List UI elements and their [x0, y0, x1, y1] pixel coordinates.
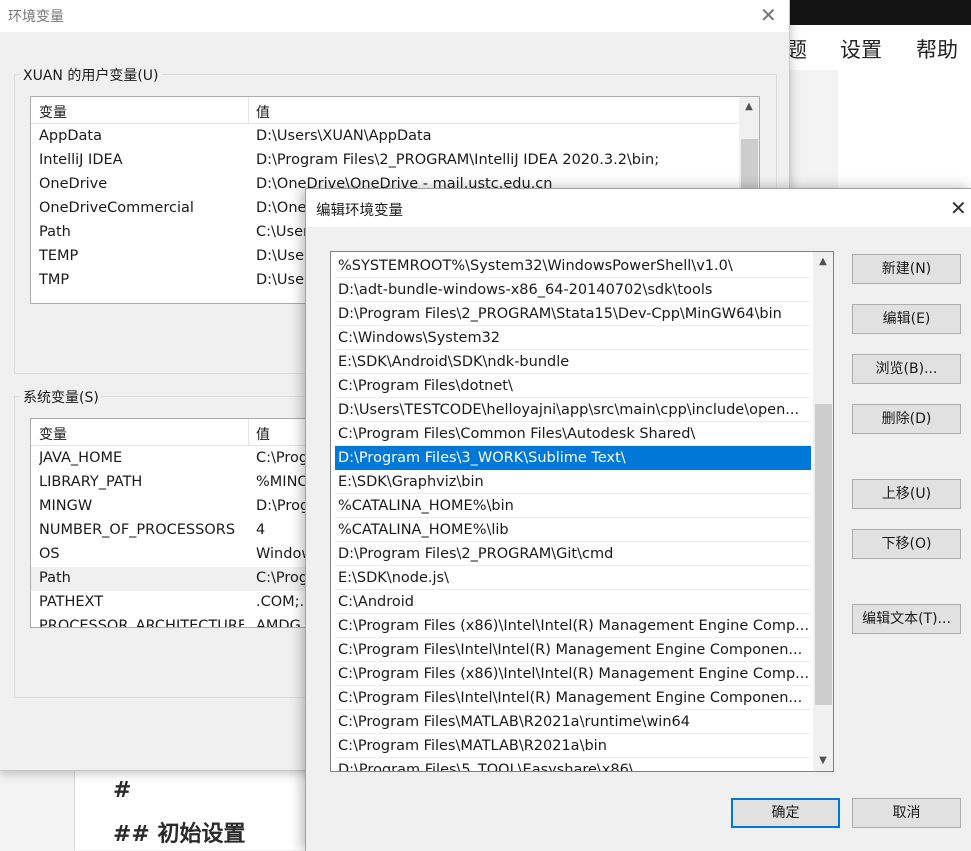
- edit-text-button[interactable]: 编辑文本(T)...: [852, 604, 961, 634]
- menu-item-settings[interactable]: 设置: [840, 34, 882, 64]
- move-down-button[interactable]: 下移(O): [852, 529, 961, 559]
- env-window-titlebar: 环境变量 ✕: [0, 0, 789, 32]
- list-item[interactable]: D:\Program Files\2_PROGRAM\Git\cmd: [335, 542, 811, 566]
- list-item[interactable]: %CATALINA_HOME%\bin: [335, 494, 811, 518]
- var-name: AppData: [39, 128, 102, 144]
- list-item[interactable]: C:\Program Files\Intel\Intel(R) Manageme…: [335, 638, 811, 662]
- list-item[interactable]: C:\Program Files (x86)\Intel\Intel(R) Ma…: [335, 614, 811, 638]
- var-name: TEMP: [39, 248, 79, 264]
- scroll-down-icon[interactable]: ▼: [813, 755, 833, 766]
- var-name: NUMBER_OF_PROCESSORS: [39, 522, 236, 538]
- ok-button[interactable]: 确定: [731, 798, 840, 828]
- var-name: MINGW: [39, 498, 93, 514]
- edit-button[interactable]: 编辑(E): [852, 304, 961, 334]
- var-name: PATHEXT: [39, 594, 104, 610]
- list-item[interactable]: D:\Users\TESTCODE\helloyajni\app\src\mai…: [335, 398, 811, 422]
- list-item[interactable]: C:\Program Files\dotnet\: [335, 374, 811, 398]
- edit-env-var-dialog: 编辑环境变量 ✕ %SYSTEMROOT%\System32\WindowsPo…: [305, 188, 971, 851]
- move-up-button[interactable]: 上移(U): [852, 479, 961, 509]
- table-row[interactable]: IntelliJ IDEA D:\Program Files\2_PROGRAM…: [31, 149, 759, 173]
- background-title-bar: [760, 0, 971, 25]
- header-variable[interactable]: 变量: [39, 102, 67, 122]
- edit-dialog-titlebar: 编辑环境变量 ✕: [306, 189, 971, 227]
- list-item[interactable]: C:\Program Files\MATLAB\R2021a\bin: [335, 734, 811, 758]
- doc-heading-hash: #: [113, 778, 132, 803]
- edit-dialog-close-icon[interactable]: ✕: [950, 198, 967, 218]
- scroll-up-icon[interactable]: ▲: [739, 101, 759, 112]
- table-row[interactable]: AppData D:\Users\XUAN\AppData: [31, 125, 759, 149]
- delete-button[interactable]: 删除(D): [852, 404, 961, 434]
- list-item[interactable]: C:\Program Files\MATLAB\R2021a\runtime\w…: [335, 710, 811, 734]
- var-name: Path: [39, 570, 71, 586]
- user-vars-header: 变量 值: [31, 97, 759, 124]
- list-item[interactable]: %CATALINA_HOME%\lib: [335, 518, 811, 542]
- doc-heading-initial-setup: ## 初始设置: [113, 822, 246, 847]
- var-name: JAVA_HOME: [39, 450, 123, 466]
- background-content-area: [838, 70, 971, 190]
- var-name: OneDriveCommercial: [39, 200, 194, 216]
- list-item[interactable]: D:\adt-bundle-windows-x86_64-20140702\sd…: [335, 278, 811, 302]
- list-item[interactable]: E:\SDK\Graphviz\bin: [335, 470, 811, 494]
- var-value: D:\Users\XUAN\AppData: [256, 128, 432, 144]
- var-name: IntelliJ IDEA: [39, 152, 123, 168]
- env-window-title: 环境变量: [8, 9, 64, 25]
- list-item[interactable]: D:\Program Files\5_TOOL\Easyshare\x86\: [335, 758, 811, 771]
- path-list-scrollbar[interactable]: ▲ ▼: [813, 252, 833, 771]
- var-name: OneDrive: [39, 176, 108, 192]
- header-value[interactable]: 值: [256, 424, 270, 444]
- env-window-close-icon[interactable]: ✕: [760, 5, 777, 25]
- var-name: TMP: [39, 272, 70, 288]
- list-item[interactable]: C:\Android: [335, 590, 811, 614]
- list-item-selected[interactable]: D:\Program Files\3_WORK\Sublime Text\: [335, 446, 811, 470]
- var-name: OS: [39, 546, 60, 562]
- list-item[interactable]: D:\Program Files\2_PROGRAM\Stata15\Dev-C…: [335, 302, 811, 326]
- system-vars-label: 系统变量(S): [20, 387, 102, 407]
- header-variable[interactable]: 变量: [39, 424, 67, 444]
- user-vars-label: XUAN 的用户变量(U): [20, 65, 162, 85]
- header-value[interactable]: 值: [256, 102, 270, 122]
- var-name: PROCESSOR_ARCHITECTURE: [39, 618, 244, 628]
- menu-item-help[interactable]: 帮助: [916, 34, 958, 64]
- list-item[interactable]: C:\Program Files\Common Files\Autodesk S…: [335, 422, 811, 446]
- list-item[interactable]: C:\Program Files\Intel\Intel(R) Manageme…: [335, 686, 811, 710]
- new-button[interactable]: 新建(N): [852, 254, 961, 284]
- browse-button[interactable]: 浏览(B)...: [852, 354, 961, 384]
- list-item[interactable]: %SYSTEMROOT%\System32\WindowsPowerShell\…: [335, 254, 811, 278]
- list-item[interactable]: E:\SDK\Android\SDK\ndk-bundle: [335, 350, 811, 374]
- background-document: # ## 初始设置: [74, 770, 315, 850]
- var-name: LIBRARY_PATH: [39, 474, 143, 490]
- var-value: D:\Program Files\2_PROGRAM\IntelliJ IDEA…: [256, 152, 660, 168]
- cancel-button[interactable]: 取消: [852, 798, 961, 828]
- scroll-up-icon[interactable]: ▲: [813, 256, 833, 267]
- var-name: Path: [39, 224, 71, 240]
- list-item[interactable]: C:\Program Files (x86)\Intel\Intel(R) Ma…: [335, 662, 811, 686]
- list-item[interactable]: E:\SDK\node.js\: [335, 566, 811, 590]
- edit-dialog-title: 编辑环境变量: [316, 203, 403, 219]
- path-list[interactable]: %SYSTEMROOT%\System32\WindowsPowerShell\…: [330, 251, 834, 772]
- list-item[interactable]: C:\Windows\System32: [335, 326, 811, 350]
- scroll-thumb[interactable]: [815, 404, 832, 705]
